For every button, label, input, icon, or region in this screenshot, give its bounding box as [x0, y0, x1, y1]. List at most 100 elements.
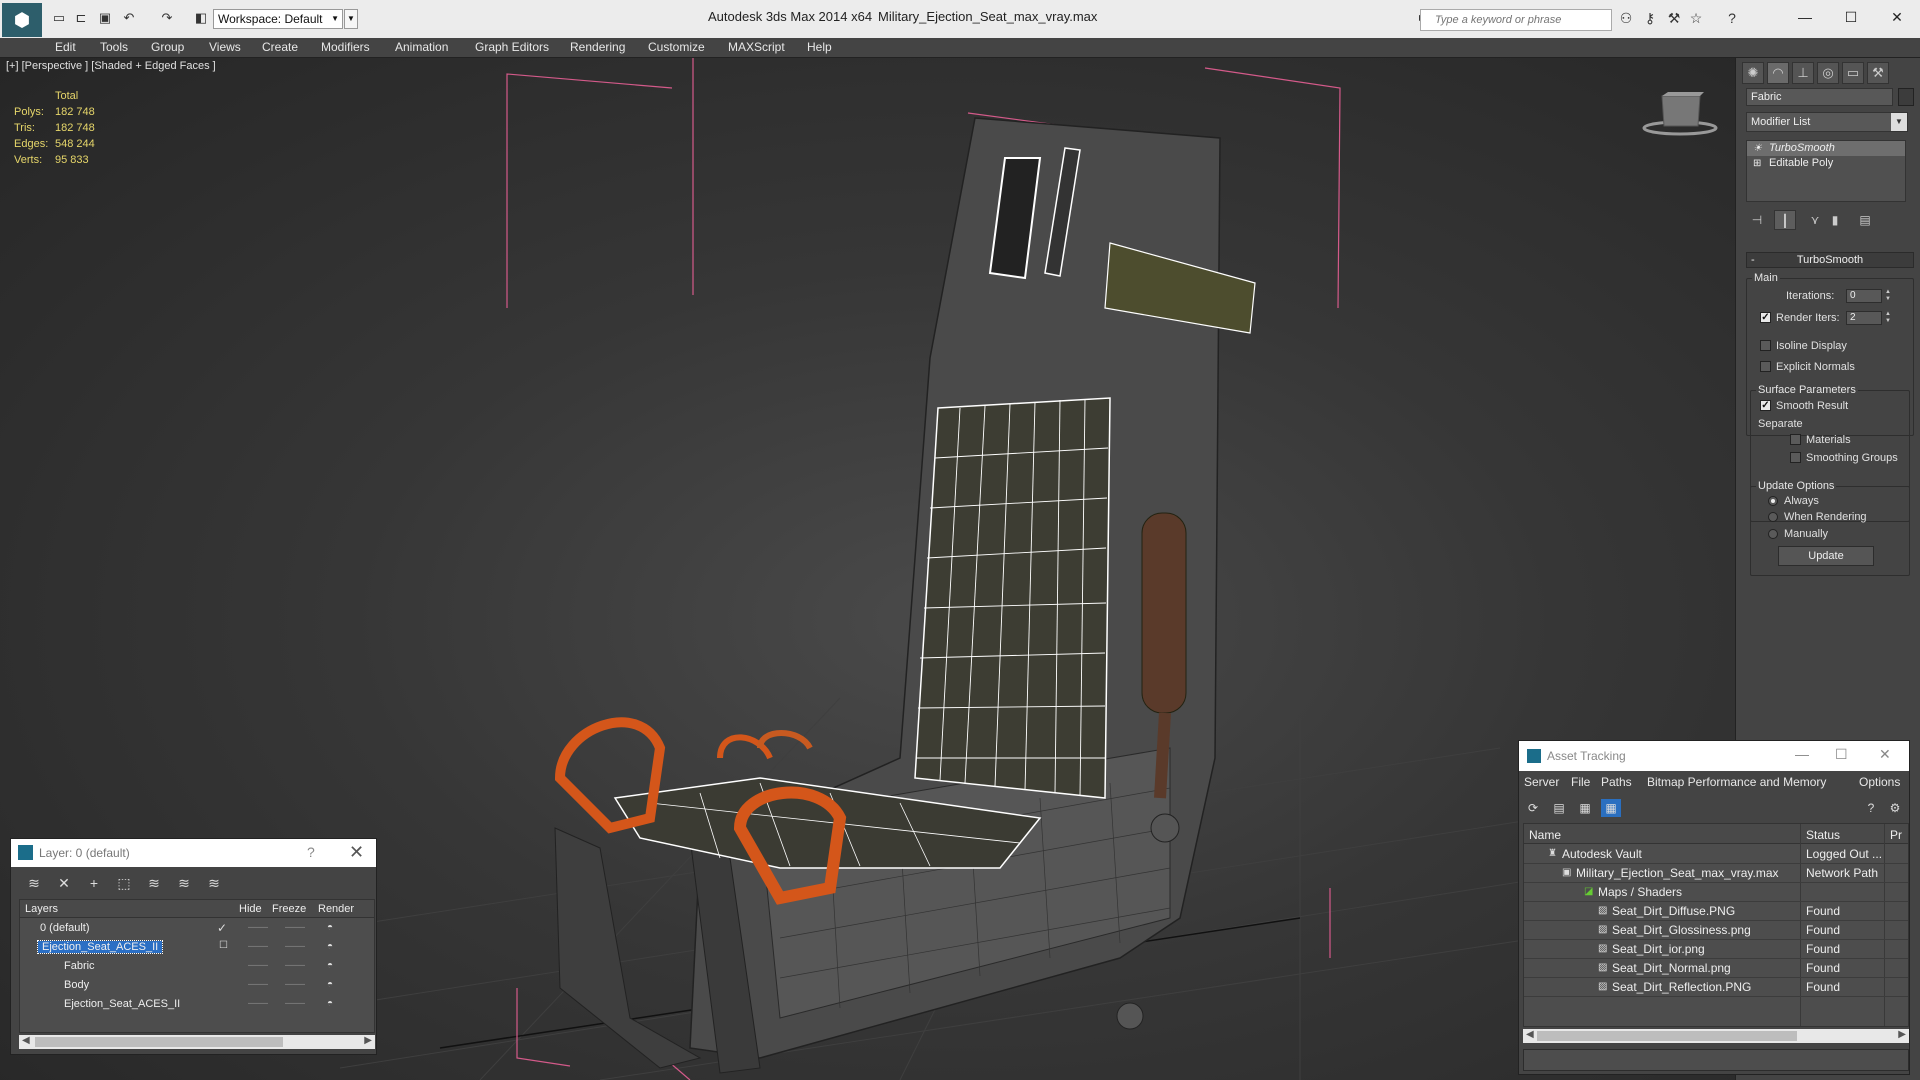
freeze-toggle[interactable]: ——: [285, 960, 305, 971]
minimize-icon[interactable]: —: [1795, 746, 1809, 762]
refresh-icon[interactable]: ⟳: [1523, 799, 1543, 817]
update-button[interactable]: Update: [1778, 546, 1874, 566]
layer-dialog-titlebar[interactable]: Layer: 0 (default) ? ✕: [11, 839, 376, 867]
layer-empty-box-icon[interactable]: ☐: [219, 940, 228, 951]
list-view-icon[interactable]: ▤: [1549, 799, 1569, 817]
open-file-icon[interactable]: ⊏: [72, 10, 90, 26]
tools-icon[interactable]: ⚒: [1664, 10, 1684, 28]
minimize-icon[interactable]: —: [1782, 4, 1828, 30]
app-menu-button[interactable]: ⬢: [2, 3, 42, 37]
utilities-tab-icon[interactable]: ⚒: [1867, 62, 1889, 84]
show-end-result-icon[interactable]: ┃: [1774, 210, 1796, 230]
highlight-layer-icon[interactable]: ≋: [143, 873, 165, 893]
menu-tools[interactable]: Tools: [100, 40, 128, 54]
freeze-toggle[interactable]: ——: [285, 922, 305, 933]
render-iters-spinner[interactable]: 2: [1846, 311, 1882, 325]
modifier-list-dropdown[interactable]: Modifier List ▼: [1746, 112, 1908, 132]
menu-modifiers[interactable]: Modifiers: [321, 40, 370, 54]
scroll-right-icon[interactable]: ▶: [364, 1035, 372, 1046]
render-teapot-icon[interactable]: ◓: [327, 979, 333, 990]
lightbulb-icon[interactable]: ☀: [1753, 141, 1762, 156]
materials-checkbox[interactable]: [1790, 434, 1801, 445]
menu-edit[interactable]: Edit: [55, 40, 76, 54]
search-input[interactable]: [1420, 9, 1612, 31]
render-iters-checkbox[interactable]: ✓: [1760, 312, 1771, 323]
isoline-display-checkbox[interactable]: [1760, 340, 1771, 351]
always-radio[interactable]: [1768, 496, 1778, 506]
key-icon[interactable]: ⚷: [1640, 10, 1660, 28]
spinner-arrows-icon[interactable]: ▲ ▼: [1884, 311, 1892, 325]
hide-toggle[interactable]: ——: [248, 960, 268, 971]
remove-modifier-icon[interactable]: ▮: [1824, 210, 1846, 230]
redo-icon[interactable]: ↷: [158, 10, 176, 26]
object-name-field[interactable]: Fabric: [1746, 88, 1893, 106]
motion-tab-icon[interactable]: ◎: [1817, 62, 1839, 84]
hierarchy-tab-icon[interactable]: ⊥: [1792, 62, 1814, 84]
render-teapot-icon[interactable]: ◓: [327, 941, 333, 952]
asset-menu-options[interactable]: Options: [1859, 775, 1900, 789]
layer-row[interactable]: Body —— —— ◓: [20, 977, 374, 996]
close-icon[interactable]: ✕: [349, 842, 364, 863]
active-check-icon[interactable]: ✓: [217, 921, 227, 935]
smoothing-groups-checkbox[interactable]: [1790, 452, 1801, 463]
layer-row[interactable]: 0 (default) ✓ —— —— ◓: [20, 920, 374, 939]
spinner-arrows-icon[interactable]: ▲ ▼: [1884, 289, 1892, 303]
binoculars-icon[interactable]: ⚇: [1616, 10, 1636, 28]
new-layer-icon[interactable]: ≋: [23, 873, 45, 893]
hide-toggle[interactable]: ——: [248, 998, 268, 1009]
close-icon[interactable]: ✕: [1879, 746, 1891, 763]
menu-customize[interactable]: Customize: [648, 40, 705, 54]
grid-view-icon[interactable]: ▦: [1601, 799, 1621, 817]
horizontal-scrollbar[interactable]: ◀ ▶: [19, 1035, 375, 1049]
freeze-all-icon[interactable]: ≋: [203, 873, 225, 893]
smooth-result-checkbox[interactable]: ✓: [1760, 400, 1771, 411]
menu-help[interactable]: Help: [807, 40, 832, 54]
asset-row[interactable]: ▨ Seat_Dirt_Glossiness.png Found: [1524, 921, 1908, 940]
menu-rendering[interactable]: Rendering: [570, 40, 625, 54]
maximize-icon[interactable]: ☐: [1828, 4, 1874, 30]
star-icon[interactable]: ☆: [1686, 10, 1706, 28]
render-teapot-icon[interactable]: ◓: [327, 960, 333, 971]
iterations-spinner[interactable]: 0: [1846, 289, 1882, 303]
asset-menu-server[interactable]: Server: [1524, 775, 1559, 789]
column-header[interactable]: Layers: [25, 903, 58, 915]
column-header[interactable]: Freeze: [272, 903, 306, 915]
asset-row[interactable]: ▨ Seat_Dirt_Normal.png Found: [1524, 959, 1908, 978]
layer-row[interactable]: Fabric —— —— ◓: [20, 958, 374, 977]
pin-stack-icon[interactable]: ⊣: [1746, 210, 1768, 230]
asset-menu-bitmap-performance[interactable]: Bitmap Performance and Memory: [1647, 775, 1826, 789]
create-tab-icon[interactable]: ✺: [1742, 62, 1764, 84]
viewcube-icon[interactable]: [1642, 88, 1722, 138]
menu-create[interactable]: Create: [262, 40, 298, 54]
help-icon[interactable]: ?: [307, 844, 315, 860]
menu-maxscript[interactable]: MAXScript: [728, 40, 785, 54]
save-icon[interactable]: ▣: [96, 10, 114, 26]
column-header[interactable]: Name: [1529, 828, 1561, 842]
freeze-toggle[interactable]: ——: [285, 998, 305, 1009]
freeze-toggle[interactable]: ——: [285, 979, 305, 990]
freeze-toggle[interactable]: ——: [285, 941, 305, 952]
column-header[interactable]: Hide: [239, 903, 262, 915]
hide-toggle[interactable]: ——: [248, 941, 268, 952]
asset-dialog-titlebar[interactable]: Asset Tracking — ☐ ✕: [1519, 741, 1909, 771]
configure-sets-icon[interactable]: ▤: [1854, 210, 1876, 230]
when-rendering-radio[interactable]: [1768, 512, 1778, 522]
add-to-layer-icon[interactable]: +: [83, 873, 105, 893]
menu-graph-editors[interactable]: Graph Editors: [475, 40, 549, 54]
hide-all-icon[interactable]: ≋: [173, 873, 195, 893]
workspace-dropdown[interactable]: Workspace: Default ▼: [213, 9, 343, 29]
column-header[interactable]: Pr: [1890, 828, 1902, 842]
scroll-left-icon[interactable]: ◀: [22, 1035, 30, 1046]
maximize-icon[interactable]: ☐: [1835, 746, 1848, 763]
scroll-left-icon[interactable]: ◀: [1526, 1029, 1534, 1040]
help-icon[interactable]: ?: [1722, 10, 1742, 28]
layer-row[interactable]: Ejection_Seat_ACES_II ☐ —— —— ◓: [20, 939, 374, 958]
asset-path-field[interactable]: [1523, 1049, 1909, 1071]
menu-group[interactable]: Group: [151, 40, 184, 54]
asset-menu-paths[interactable]: Paths: [1601, 775, 1632, 789]
menu-views[interactable]: Views: [209, 40, 241, 54]
workspace-options-icon[interactable]: ▼: [344, 9, 358, 29]
close-icon[interactable]: ✕: [1874, 4, 1920, 30]
undo-icon[interactable]: ↶: [120, 10, 138, 26]
turbosmooth-rollout-header[interactable]: - TurboSmooth: [1746, 252, 1914, 268]
